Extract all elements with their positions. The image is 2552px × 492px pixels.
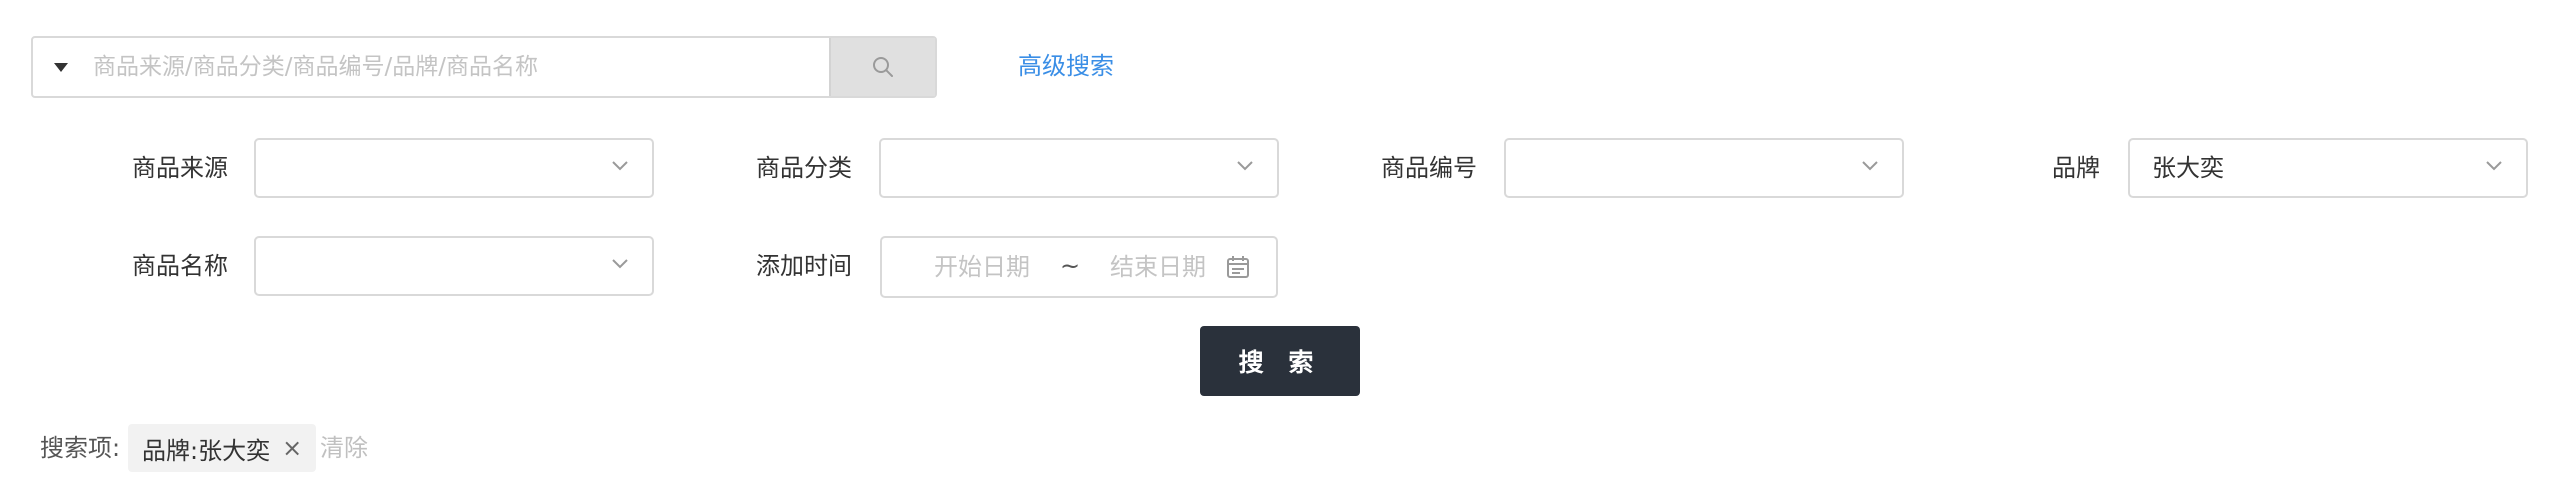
search-terms-label: 搜索项: <box>40 434 121 462</box>
calendar-icon <box>1227 256 1249 278</box>
search-term-tag-text: 品牌:张大奕 <box>142 436 271 465</box>
chevron-down-icon <box>612 161 628 171</box>
category-select[interactable] <box>879 138 1279 198</box>
source-label: 商品来源 <box>132 154 228 182</box>
close-icon[interactable]: × <box>282 436 302 460</box>
product-search-page: 高级搜索 商品来源 商品分类 商品编号 品牌 张大奕 商品名称 添加时间 开始日… <box>0 0 2552 492</box>
brand-select[interactable]: 张大奕 <box>2128 138 2528 198</box>
chevron-down-icon <box>2486 161 2502 171</box>
search-input[interactable] <box>89 38 829 96</box>
name-label: 商品名称 <box>132 252 228 280</box>
clear-search-terms-link[interactable]: 清除 <box>320 428 368 468</box>
search-icon <box>873 57 893 77</box>
chevron-down-icon <box>1237 161 1253 171</box>
brand-select-value: 张大奕 <box>2152 154 2224 182</box>
search-button[interactable] <box>829 38 935 96</box>
search-bar <box>31 36 937 98</box>
end-date-input[interactable]: 结束日期 <box>1110 238 1206 296</box>
chevron-down-icon <box>612 259 628 269</box>
search-term-tag: 品牌:张大奕 × <box>128 424 317 472</box>
source-select[interactable] <box>254 138 654 198</box>
category-label: 商品分类 <box>756 154 852 182</box>
caret-down-icon <box>54 62 68 72</box>
date-range-separator: ~ <box>1060 252 1081 280</box>
chevron-down-icon <box>1862 161 1878 171</box>
advanced-search-link[interactable]: 高级搜索 <box>1018 46 1114 86</box>
start-date-input[interactable]: 开始日期 <box>934 238 1030 296</box>
added-time-range-picker[interactable]: 开始日期 ~ 结束日期 <box>880 236 1278 298</box>
code-select[interactable] <box>1504 138 1904 198</box>
code-label: 商品编号 <box>1381 154 1477 182</box>
added-time-label: 添加时间 <box>756 252 852 280</box>
brand-label: 品牌 <box>2052 154 2100 182</box>
name-select[interactable] <box>254 236 654 296</box>
search-submit-button[interactable]: 搜 索 <box>1200 326 1360 396</box>
search-scope-dropdown[interactable] <box>33 38 89 96</box>
